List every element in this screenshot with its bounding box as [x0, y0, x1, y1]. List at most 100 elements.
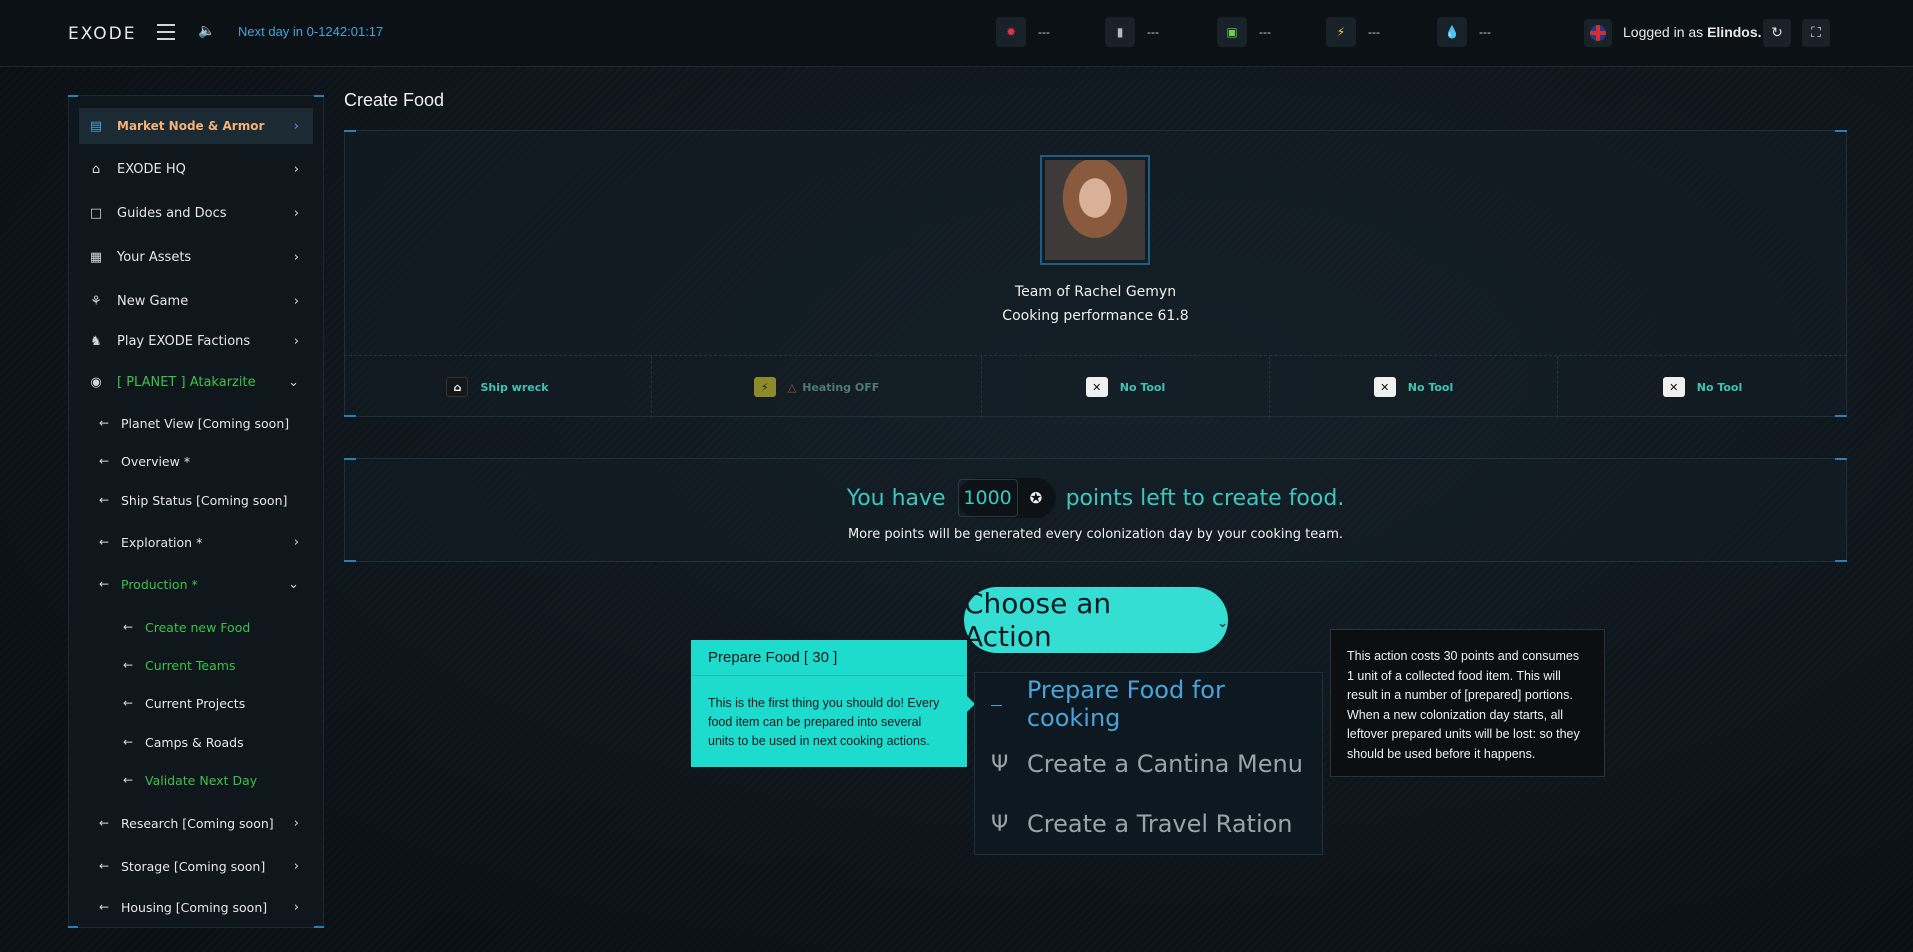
sidebar-item-label: Research [Coming soon]: [121, 815, 274, 831]
slot-label: No Tool: [1119, 380, 1166, 394]
chevron-right-icon: ›: [293, 293, 299, 309]
fork-knife-icon: Ψ: [991, 811, 1009, 837]
tool-icon: ✕: [1085, 377, 1108, 397]
sidebar-item-label: Guides and Docs: [117, 205, 227, 221]
points-suffix: points left to create food.: [1065, 485, 1345, 511]
slot-tool-1[interactable]: ✕ No Tool: [982, 356, 1270, 418]
arrow-left-icon: ←: [99, 416, 110, 430]
sidebar-item-market[interactable]: ▤ Market Node & Armor ›: [79, 108, 313, 144]
bar-chart-icon: ▤: [89, 118, 103, 134]
sidebar-item-camps-roads[interactable]: ← Camps & Roads: [79, 724, 313, 760]
language-flag-icon[interactable]: [1584, 19, 1612, 47]
points-description: More points will be generated every colo…: [847, 527, 1344, 542]
sidebar-item-hq[interactable]: ⌂ EXODE HQ ›: [79, 151, 313, 187]
lightning-icon: ⚡: [1326, 17, 1356, 47]
slot-tool-2[interactable]: ✕ No Tool: [1270, 356, 1558, 418]
sidebar-item-housing[interactable]: ← Housing [Coming soon] ›: [79, 889, 313, 925]
chevron-down-icon: ⌄: [288, 374, 299, 390]
sidebar-item-label: Planet View [Coming soon]: [121, 415, 290, 431]
sidebar-item-assets[interactable]: ▦ Your Assets ›: [79, 239, 313, 275]
logged-in-label: Logged in as Elindos.: [1623, 24, 1762, 40]
red-ore-icon: ✹: [996, 17, 1026, 47]
slot-label: Heating OFF: [802, 380, 880, 394]
arrow-left-icon: ←: [99, 900, 110, 914]
knife-icon: ⎯: [991, 691, 1003, 717]
chevron-down-icon: ⌄: [1217, 615, 1228, 631]
points-value: 1000: [957, 479, 1018, 517]
action-label: Prepare Food for cooking: [1026, 676, 1225, 732]
sidebar: ▤ Market Node & Armor › ⌂ EXODE HQ › □ G…: [68, 95, 324, 928]
sidebar-item-current-projects[interactable]: ← Current Projects: [79, 685, 313, 721]
resource-value: ---: [1038, 25, 1050, 39]
sidebar-item-label: Validate Next Day: [145, 772, 258, 788]
sidebar-item-label: Market Node & Armor: [117, 119, 265, 133]
chevron-right-icon: ›: [293, 333, 299, 349]
arrow-left-icon: ←: [99, 859, 110, 873]
menu-toggle-icon[interactable]: [157, 24, 175, 40]
resource-steel[interactable]: ▮ ---: [1105, 17, 1159, 47]
sidebar-item-label: New Game: [117, 293, 189, 309]
sidebar-item-planet-view[interactable]: ← Planet View [Coming soon]: [79, 405, 313, 441]
sidebar-item-guides[interactable]: □ Guides and Docs ›: [79, 195, 313, 231]
team-name: Team of Rachel Gemyn: [1014, 284, 1177, 300]
resource-water[interactable]: 💧 ---: [1437, 17, 1491, 47]
action-cantina-menu[interactable]: Ψ Create a Cantina Menu: [975, 735, 1324, 793]
cooking-performance: Cooking performance 61.8: [1002, 308, 1189, 324]
sidebar-item-exploration[interactable]: ← Exploration * ›: [79, 524, 313, 560]
home-icon: ⌂: [91, 161, 101, 177]
water-drop-icon: 💧: [1437, 17, 1467, 47]
page-title: Create Food: [344, 90, 445, 110]
next-day-countdown: Next day in 0-1242:01:17: [238, 24, 384, 39]
fullscreen-icon[interactable]: ⛶: [1802, 19, 1830, 47]
tool-icon: ✕: [1662, 377, 1685, 397]
arrow-left-icon: ←: [99, 535, 110, 549]
resource-green[interactable]: ▣ ---: [1217, 17, 1271, 47]
steel-beam-icon: ▮: [1105, 17, 1135, 47]
sidebar-item-overview[interactable]: ← Overview *: [79, 443, 313, 479]
resource-red-ore[interactable]: ✹ ---: [996, 17, 1050, 47]
slot-label: No Tool: [1696, 380, 1743, 394]
arrow-left-icon: ←: [123, 735, 134, 749]
action-dropdown: ⎯ Prepare Food for cooking Ψ Create a Ca…: [974, 672, 1323, 855]
fork-knife-icon: ✪: [1029, 489, 1043, 507]
sidebar-item-label: Current Teams: [145, 657, 236, 673]
slot-ship-wreck[interactable]: ⌂ Ship wreck: [344, 356, 652, 418]
arrow-left-icon: ←: [99, 816, 110, 830]
sidebar-item-factions[interactable]: ♞ Play EXODE Factions ›: [79, 323, 313, 359]
sidebar-item-storage[interactable]: ← Storage [Coming soon] ›: [79, 848, 313, 884]
username: Elindos.: [1707, 24, 1762, 40]
sidebar-item-validate-next-day[interactable]: ← Validate Next Day: [79, 762, 313, 798]
chevron-right-icon: ›: [293, 161, 299, 177]
sidebar-item-ship-status[interactable]: ← Ship Status [Coming soon]: [79, 482, 313, 518]
sidebar-item-current-teams[interactable]: ← Current Teams: [79, 647, 313, 683]
exode-logo[interactable]: EXODE: [68, 24, 137, 44]
sidebar-item-research[interactable]: ← Research [Coming soon] ›: [79, 805, 313, 841]
slot-tool-3[interactable]: ✕ No Tool: [1558, 356, 1847, 418]
arrow-left-icon: ←: [123, 773, 134, 787]
refresh-icon[interactable]: ↻: [1763, 19, 1791, 47]
resource-energy[interactable]: ⚡ ---: [1326, 17, 1380, 47]
choose-action-label: Choose an Action: [964, 587, 1112, 653]
sidebar-item-new-game[interactable]: ⚘ New Game ›: [79, 283, 313, 319]
tooltip-title: Prepare Food [ 30 ]: [691, 640, 967, 676]
document-icon: □: [89, 205, 103, 221]
action-prepare-food[interactable]: ⎯ Prepare Food for cooking: [975, 675, 1324, 733]
sidebar-item-planet[interactable]: ◉ [ PLANET ] Atakarzite ⌄: [79, 364, 313, 400]
chevron-right-icon: ›: [293, 118, 299, 134]
sidebar-item-label: Storage [Coming soon]: [121, 858, 266, 874]
slot-heating[interactable]: ⚡ △ Heating OFF: [652, 356, 982, 418]
green-crate-icon: ▣: [1217, 17, 1247, 47]
chevron-right-icon: ›: [293, 815, 299, 831]
slot-label: No Tool: [1407, 380, 1454, 394]
points-summary: You have 1000 ✪ points left to create fo…: [344, 478, 1847, 518]
flame-icon: △: [787, 380, 797, 394]
choose-action-button[interactable]: Choose an Action ⌄: [964, 587, 1228, 653]
tooltip-body: This is the first thing you should do! E…: [708, 696, 940, 748]
action-travel-ration[interactable]: Ψ Create a Travel Ration: [975, 795, 1324, 853]
resource-value: ---: [1479, 25, 1491, 39]
sidebar-item-create-food[interactable]: ← Create new Food: [79, 609, 313, 645]
speaker-icon[interactable]: 🔈: [198, 23, 215, 39]
sidebar-item-label: Exploration *: [121, 534, 203, 550]
action-label: Create a Travel Ration: [1027, 810, 1293, 838]
sidebar-item-production[interactable]: ← Production * ⌄: [79, 566, 313, 602]
